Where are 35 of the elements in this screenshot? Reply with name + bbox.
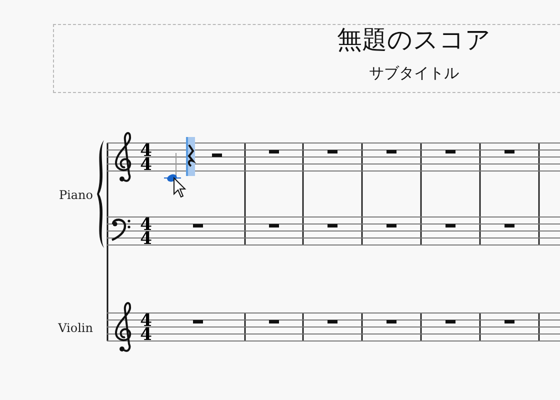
- whole-rest[interactable]: [328, 224, 338, 228]
- note-input-cursor: [164, 152, 182, 182]
- barline: [302, 313, 304, 341]
- whole-rest[interactable]: [386, 224, 396, 228]
- instrument-name[interactable]: Violin: [58, 321, 93, 335]
- whole-rest[interactable]: [446, 320, 456, 324]
- whole-rest[interactable]: [193, 224, 203, 228]
- whole-rest[interactable]: [328, 320, 338, 324]
- treble-clef: [115, 132, 132, 182]
- mouse-pointer-icon: [174, 176, 186, 198]
- treble-clef: [115, 302, 132, 352]
- bass-clef: [112, 218, 130, 241]
- whole-rest[interactable]: [446, 150, 456, 154]
- whole-rest[interactable]: [446, 224, 456, 228]
- whole-rest[interactable]: [386, 150, 396, 154]
- whole-rest[interactable]: [504, 320, 514, 324]
- barline: [361, 313, 363, 341]
- whole-rest[interactable]: [328, 150, 338, 154]
- barline: [420, 313, 422, 341]
- title-frame[interactable]: 無題のスコア サブタイトル: [53, 24, 560, 93]
- whole-rest[interactable]: [193, 320, 203, 324]
- instrument-name[interactable]: Piano: [58, 188, 93, 202]
- quarter-rest[interactable]: [186, 137, 195, 176]
- whole-rest[interactable]: [269, 224, 279, 228]
- half-rest[interactable]: [212, 154, 222, 157]
- barline: [244, 313, 246, 341]
- barline: [538, 313, 540, 341]
- whole-rest[interactable]: [504, 150, 514, 154]
- barline: [479, 313, 481, 341]
- whole-rest[interactable]: [386, 320, 396, 324]
- whole-rest[interactable]: [504, 224, 514, 228]
- whole-rest[interactable]: [269, 320, 279, 324]
- score-title[interactable]: 無題のスコア: [337, 25, 491, 55]
- whole-rest[interactable]: [269, 150, 279, 154]
- score-subtitle[interactable]: サブタイトル: [369, 63, 459, 83]
